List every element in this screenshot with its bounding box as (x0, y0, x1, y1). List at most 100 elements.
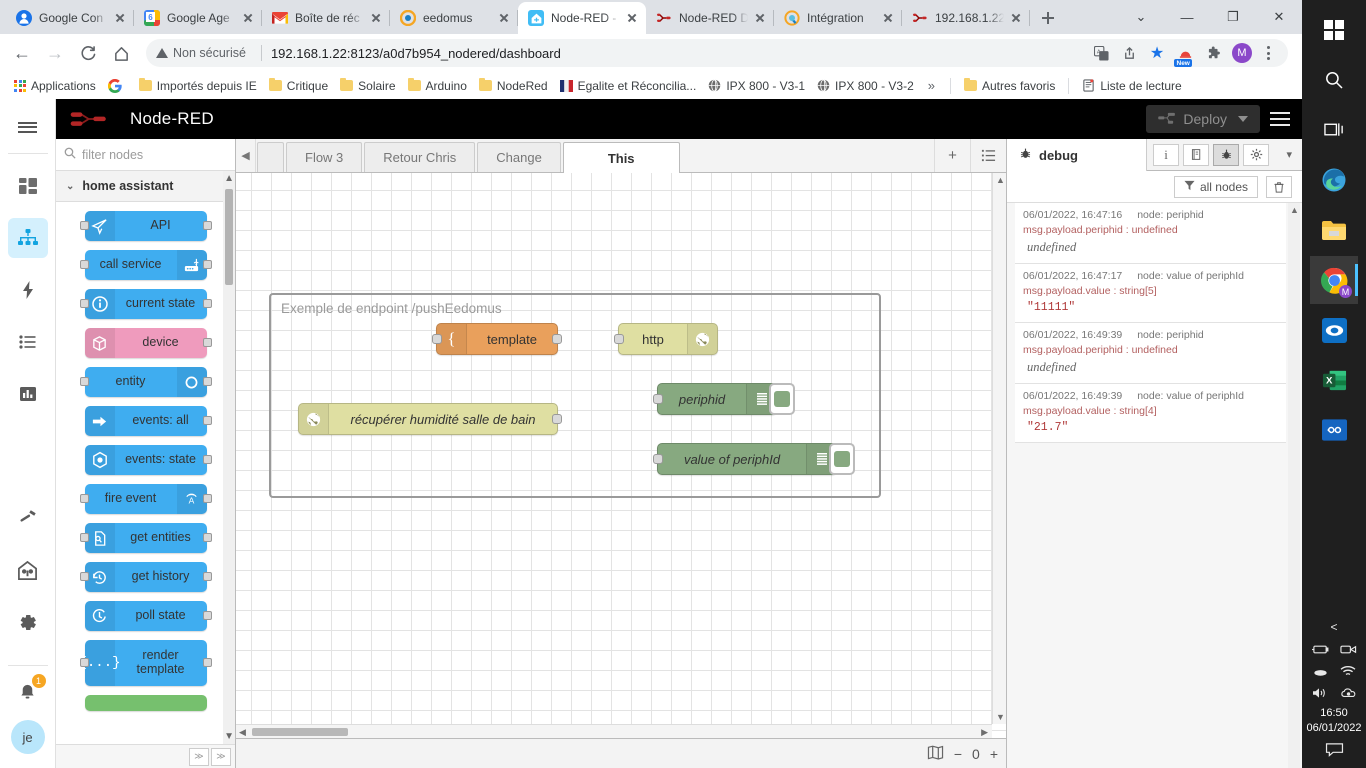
node-output-port[interactable] (202, 658, 212, 667)
bookmark-link[interactable]: IPX 800 - V3-2 (811, 77, 920, 95)
palette-scrollbar-track[interactable]: ▲ ▼ (223, 171, 235, 744)
browser-tab[interactable]: 192.168.1.22 (902, 2, 1030, 34)
scroll-down-icon[interactable]: ▼ (996, 712, 1005, 722)
search-button[interactable] (1310, 56, 1358, 104)
battery-icon[interactable] (1306, 638, 1334, 660)
browser-tab[interactable]: Boîte de réc (262, 2, 390, 34)
chevron-down-icon[interactable]: ▾ (1276, 139, 1302, 170)
collapse-all-icon[interactable]: ≫ (189, 747, 209, 766)
address-bar[interactable]: Non sécurisé 192.168.1.22:8123/a0d7b954_… (146, 39, 1288, 67)
filter-nodes-button[interactable]: all nodes (1173, 175, 1258, 198)
debug-scrollbar-track[interactable]: ▲ (1288, 203, 1300, 768)
expand-all-icon[interactable]: ≫ (211, 747, 231, 766)
node-input-port[interactable] (614, 334, 624, 344)
maximize-button[interactable]: ❐ (1210, 1, 1256, 33)
close-icon[interactable] (1008, 10, 1024, 26)
browser-tab[interactable]: Google Con (6, 2, 134, 34)
bookmark-folder[interactable]: Solaire (334, 77, 401, 95)
debug-message[interactable]: 06/01/2022, 16:49:39 node: periphid msg.… (1015, 323, 1286, 384)
node-output-port[interactable] (202, 377, 212, 386)
bookmark-reading-list[interactable]: Liste de lecture (1076, 77, 1187, 95)
help-book-icon[interactable] (1183, 143, 1209, 166)
node-input-port[interactable] (79, 260, 89, 269)
browser-tab-active[interactable]: Node-RED - (518, 2, 646, 34)
palette-node-get-entities[interactable]: get entities (79, 523, 212, 553)
bookmark-apps[interactable]: Applications (8, 77, 102, 95)
close-icon[interactable] (880, 10, 896, 26)
close-icon[interactable] (368, 10, 384, 26)
node-output-port[interactable] (202, 416, 212, 425)
flow-node-recuperer-humidite[interactable]: récupérer humidité salle de bain (298, 403, 562, 435)
flow-node-http[interactable]: http (614, 323, 718, 355)
add-flow-button[interactable]: + (934, 139, 970, 172)
node-output-port[interactable] (202, 455, 212, 464)
sidebar-item-settings[interactable] (8, 602, 48, 642)
bookmark-folder[interactable]: Arduino (402, 77, 473, 95)
close-window-button[interactable]: ✕ (1256, 1, 1302, 33)
config-gear-icon[interactable] (1243, 143, 1269, 166)
flow-node-template[interactable]: { template (432, 323, 562, 355)
node-output-port[interactable] (202, 221, 212, 230)
node-input-port[interactable] (432, 334, 442, 344)
palette-node-events-state[interactable]: events: state (84, 445, 212, 475)
scroll-up-icon[interactable]: ▲ (996, 175, 1005, 185)
forward-button[interactable]: → (41, 39, 69, 67)
palette-scrollbar-thumb[interactable] (225, 189, 233, 285)
zoom-in-button[interactable]: + (990, 746, 998, 762)
node-output-port[interactable] (552, 334, 562, 344)
node-output-port[interactable] (552, 414, 562, 424)
navigator-icon[interactable] (927, 745, 944, 763)
bookmark-folder[interactable]: NodeRed (473, 77, 554, 95)
bookmark-other-favorites[interactable]: Autres favoris (958, 77, 1061, 95)
scroll-up-icon[interactable]: ▲ (1290, 205, 1299, 215)
sidebar-item-overview[interactable] (8, 166, 48, 206)
palette-node-api[interactable]: API (79, 211, 212, 241)
debug-message-list[interactable]: 06/01/2022, 16:47:16 node: periphid msg.… (1007, 203, 1302, 768)
node-input-port[interactable] (79, 377, 89, 386)
trash-icon[interactable] (1266, 175, 1292, 198)
palette-node-partial[interactable] (84, 695, 207, 711)
debug-node-toggle-button[interactable] (829, 443, 855, 475)
node-input-port[interactable] (653, 394, 663, 404)
close-icon[interactable] (496, 10, 512, 26)
tab-search-button[interactable]: ⌄ (1118, 1, 1164, 33)
node-output-port[interactable] (202, 533, 212, 542)
scrollbar-thumb[interactable] (252, 728, 348, 736)
node-input-port[interactable] (653, 454, 663, 464)
tray-overflow-button[interactable]: < (1330, 620, 1337, 634)
node-output-port[interactable] (202, 260, 212, 269)
flow-canvas[interactable]: Exemple de endpoint /pushEedomus {templ… (236, 173, 1006, 738)
user-avatar[interactable]: je (10, 720, 45, 754)
bookmark-folder[interactable]: Critique (263, 77, 334, 95)
palette-node-poll-state[interactable]: poll state (84, 601, 212, 631)
palette-category-home-assistant[interactable]: ⌄ home assistant (56, 171, 235, 202)
info-icon[interactable]: i (1153, 143, 1179, 166)
avatar[interactable]: M (1232, 43, 1252, 63)
task-view-button[interactable] (1310, 106, 1358, 154)
new-tab-button[interactable] (1034, 4, 1062, 32)
node-output-port[interactable] (202, 494, 212, 503)
node-input-port[interactable] (79, 533, 89, 542)
palette-node-current-state[interactable]: current state (79, 289, 212, 319)
close-icon[interactable] (240, 10, 256, 26)
action-center-button[interactable] (1325, 742, 1344, 760)
flow-tab-change[interactable]: Change (477, 142, 561, 172)
palette-node-get-history[interactable]: get history (79, 562, 212, 592)
taskbar-clock[interactable]: 16:50 06/01/2022 (1306, 706, 1361, 736)
list-flows-icon[interactable] (970, 139, 1006, 172)
node-input-port[interactable] (79, 221, 89, 230)
translate-icon[interactable]: A (1088, 40, 1114, 66)
wifi-icon[interactable] (1334, 660, 1362, 682)
palette-search[interactable]: filter nodes (56, 139, 235, 171)
node-input-port[interactable] (79, 494, 89, 503)
palette-node-render-template[interactable]: {...} render template (79, 640, 212, 686)
debug-node-toggle-button[interactable] (769, 383, 795, 415)
close-icon[interactable] (752, 10, 768, 26)
palette-node-fire-event[interactable]: fire event A (79, 484, 212, 514)
scroll-up-icon[interactable]: ▲ (224, 173, 234, 184)
browser-tab[interactable]: Intégration (774, 2, 902, 34)
node-input-port[interactable] (79, 299, 89, 308)
debug-message[interactable]: 06/01/2022, 16:49:39 node: value of peri… (1015, 384, 1286, 443)
sidebar-item-logbook[interactable] (8, 322, 48, 362)
palette-node-call-service[interactable]: call service (79, 250, 212, 280)
